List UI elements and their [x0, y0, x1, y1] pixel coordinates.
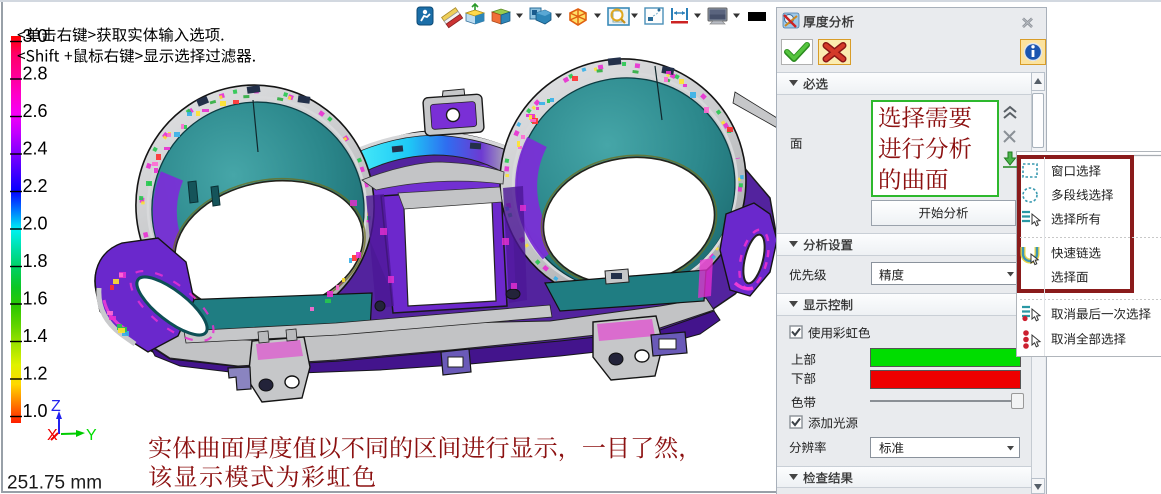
svg-text:2.6: 2.6 — [23, 101, 48, 121]
svg-text:251.75 mm: 251.75 mm — [7, 473, 102, 494]
svg-text:2.2: 2.2 — [23, 176, 48, 196]
svg-text:2.8: 2.8 — [23, 64, 48, 84]
svg-text:1.4: 1.4 — [23, 326, 48, 346]
svg-text:1.8: 1.8 — [23, 251, 48, 271]
svg-text:2.4: 2.4 — [23, 139, 48, 159]
svg-text:Z: Z — [51, 398, 61, 415]
svg-text:1.2: 1.2 — [23, 364, 48, 384]
svg-text:2.0: 2.0 — [23, 214, 48, 234]
svg-text:1.0: 1.0 — [23, 401, 48, 421]
svg-text:Y: Y — [86, 427, 97, 444]
svg-text:1.6: 1.6 — [23, 289, 48, 309]
svg-text:X: X — [47, 427, 58, 444]
